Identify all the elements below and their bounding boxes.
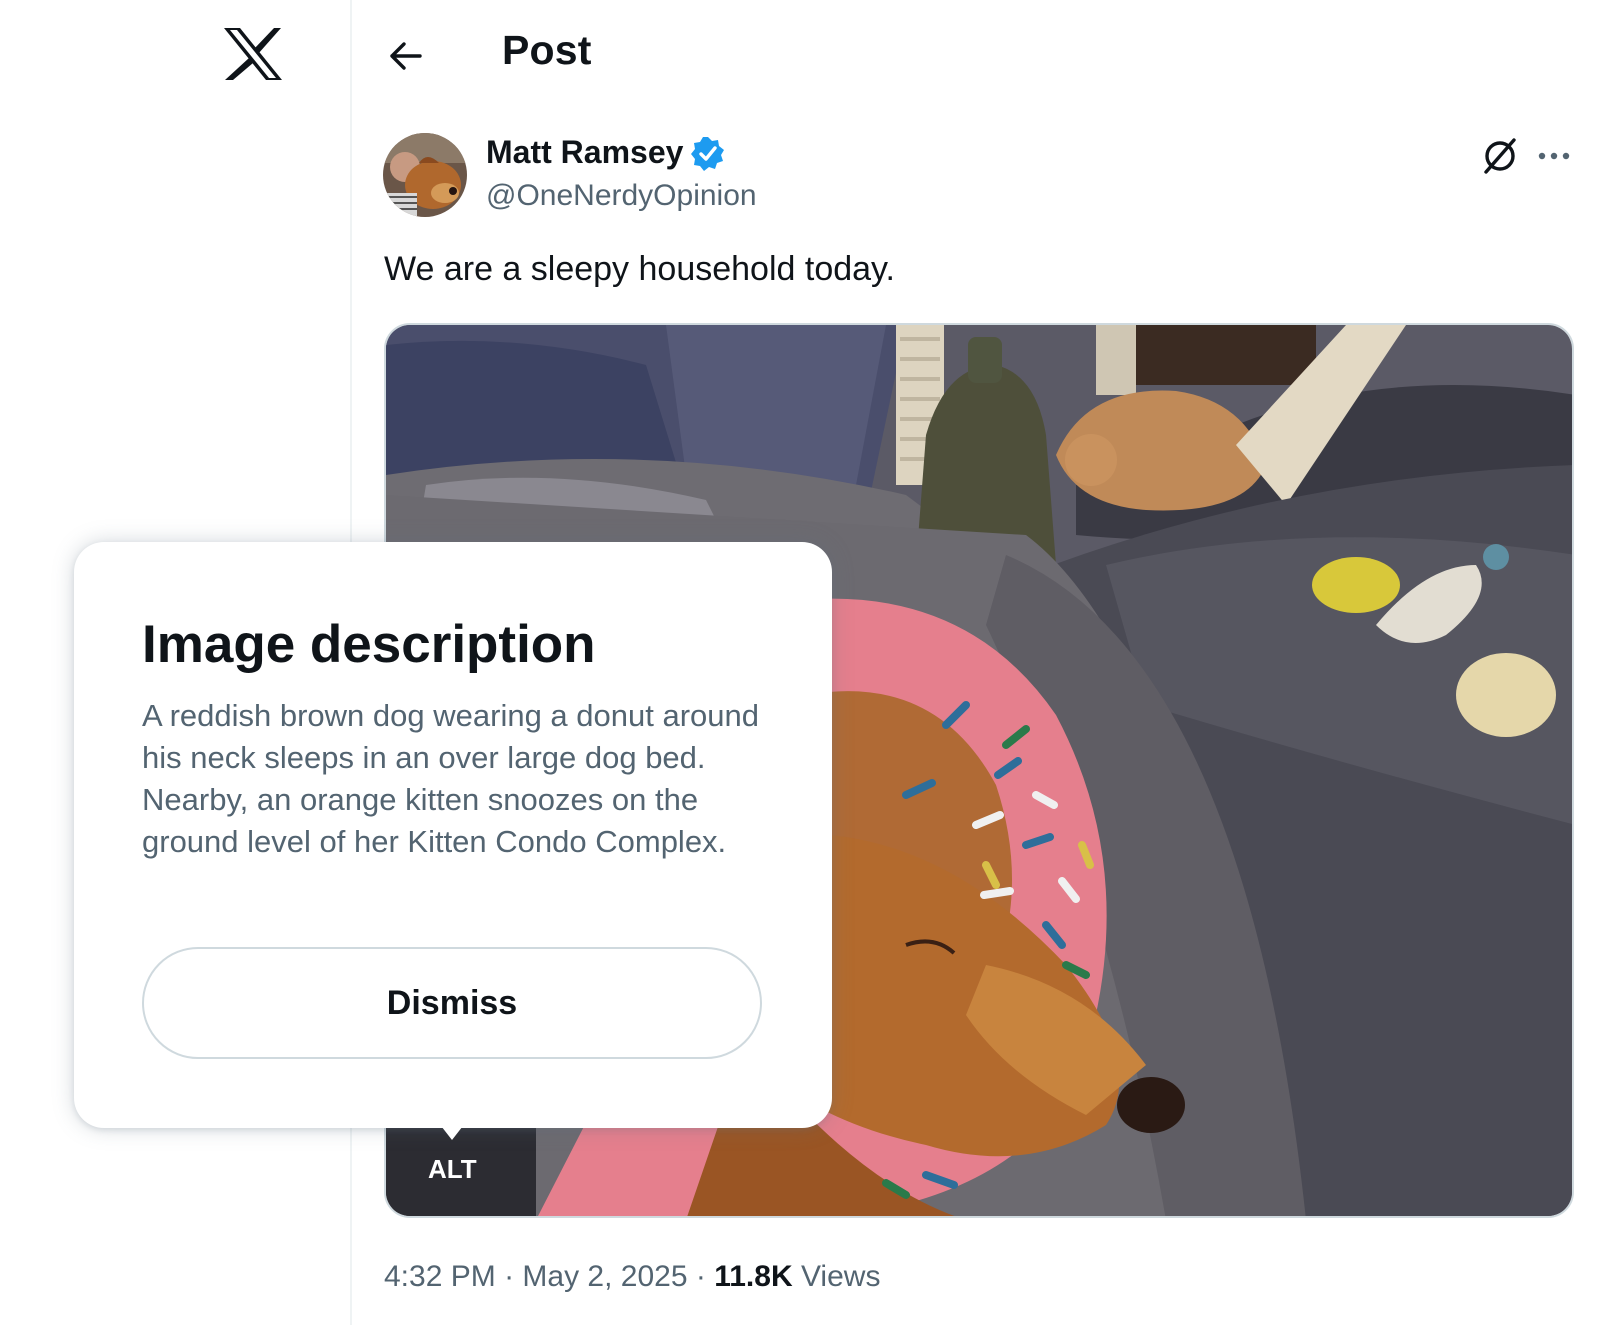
grok-icon[interactable] <box>1480 136 1520 176</box>
popover-title: Image description <box>142 615 596 674</box>
dismiss-button[interactable]: Dismiss <box>142 947 762 1059</box>
alt-badge[interactable]: ALT <box>428 1154 477 1185</box>
views-label: Views <box>800 1260 881 1293</box>
x-logo-icon[interactable] <box>222 26 284 82</box>
post-date[interactable]: May 2, 2025 <box>522 1260 687 1293</box>
verified-badge-icon <box>690 136 726 172</box>
author-name[interactable]: Matt Ramsey <box>486 134 683 171</box>
meta-separator: · <box>695 1260 706 1293</box>
more-icon[interactable] <box>1534 140 1574 172</box>
author-handle[interactable]: @OneNerdyOpinion <box>486 179 757 213</box>
meta-separator: · <box>504 1260 515 1293</box>
avatar[interactable] <box>383 133 467 217</box>
post-time[interactable]: 4:32 PM <box>384 1260 496 1293</box>
page-title: Post <box>502 27 592 73</box>
popover-caret <box>438 1122 466 1142</box>
image-description-popover: Image description A reddish brown dog we… <box>74 542 832 1128</box>
views-count: 11.8K <box>714 1260 793 1293</box>
post-meta: 4:32 PM · May 2, 2025 · 11.8K Views <box>384 1260 880 1294</box>
popover-description: A reddish brown dog wearing a donut arou… <box>142 698 759 859</box>
back-arrow-icon[interactable] <box>384 34 428 78</box>
post-text: We are a sleepy household today. <box>384 250 895 288</box>
